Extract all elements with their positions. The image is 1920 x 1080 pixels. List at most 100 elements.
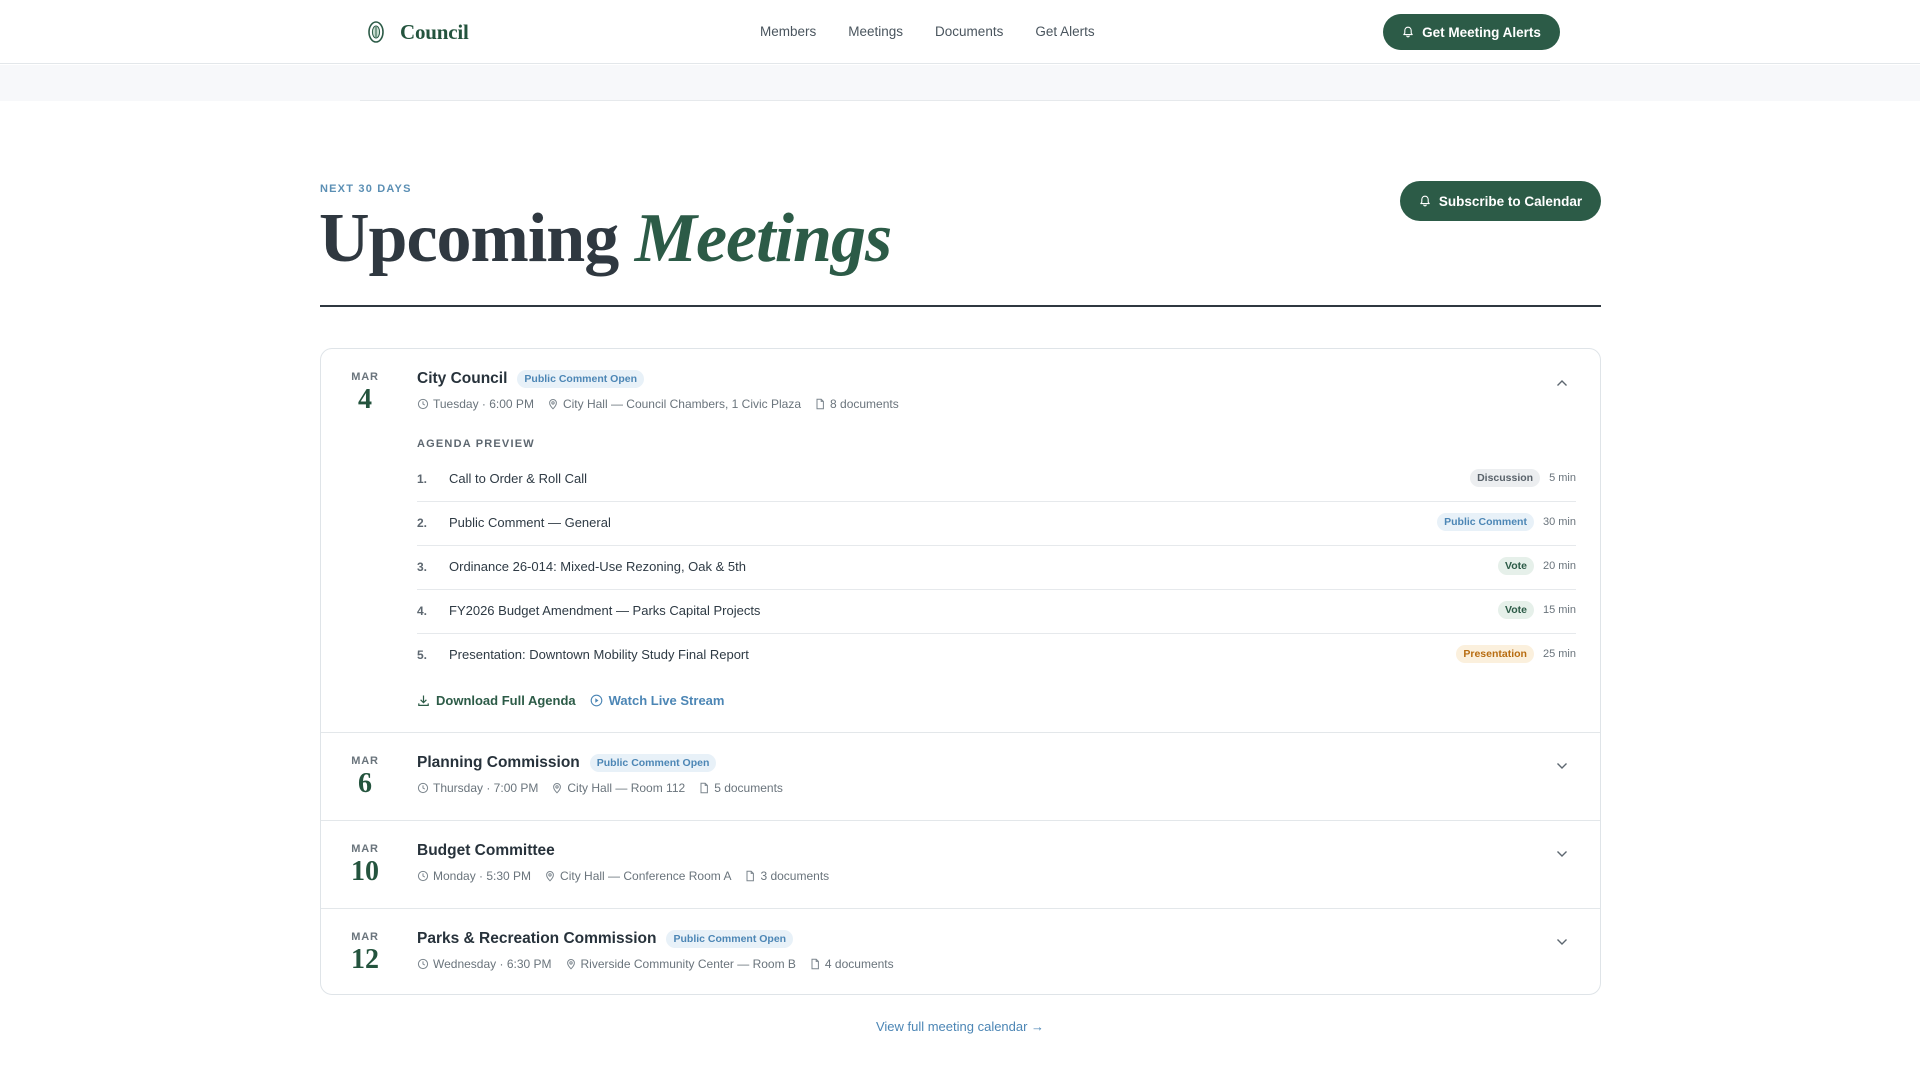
date-day: 6	[358, 768, 372, 799]
agenda-item[interactable]: 1. Call to Order & Roll Call Discussion 5…	[417, 458, 1576, 502]
meeting-time: Thursday · 7:00 PM	[433, 781, 539, 795]
agenda-number: 5.	[417, 648, 428, 662]
chevron-down-icon[interactable]	[1554, 758, 1570, 774]
meetings-card: MAR 4 City Council Public Comment Open T…	[320, 348, 1601, 995]
agenda-item[interactable]: 5. Presentation: Downtown Mobility Study…	[417, 634, 1576, 678]
agenda-tag: Vote	[1497, 601, 1534, 619]
date-month: MAR	[351, 755, 379, 767]
clock-icon	[417, 870, 429, 882]
divider	[360, 100, 1560, 101]
page-title: Upcoming Meetings	[319, 199, 892, 279]
agenda-duration: 5 min	[1549, 472, 1576, 484]
chevron-up-icon[interactable]	[1554, 375, 1570, 391]
get-meeting-alerts-label: Get Meeting Alerts	[1422, 24, 1541, 40]
meeting-title-row: City Council Public Comment Open	[417, 370, 645, 388]
clock-icon	[417, 958, 429, 970]
meeting-date: MAR 6	[341, 755, 389, 799]
agenda-duration: 15 min	[1542, 604, 1576, 616]
meeting-location: City Hall — Room 112	[567, 781, 686, 795]
pin-icon	[549, 399, 557, 410]
main-nav: Members Meetings Documents Get Alerts	[760, 24, 1095, 39]
meeting-date: MAR 10	[341, 843, 389, 887]
subscribe-calendar-button[interactable]: Subscribe to Calendar	[1400, 181, 1601, 221]
bell-icon	[1403, 26, 1413, 38]
meeting-date: MAR 12	[341, 931, 389, 975]
meeting-title-row: Parks & Recreation Commission Public Com…	[417, 930, 794, 948]
meeting-planning-commission[interactable]: MAR 6 Planning Commission Public Comment…	[321, 732, 1600, 820]
meeting-title: Planning Commission	[417, 754, 580, 771]
meeting-city-council[interactable]: MAR 4 City Council Public Comment Open T…	[321, 349, 1600, 732]
public-comment-badge: Public Comment Open	[589, 754, 717, 772]
meeting-docs: 3 documents	[760, 869, 830, 883]
agenda-item[interactable]: 2. Public Comment — General Public Comme…	[417, 502, 1576, 546]
date-day: 10	[351, 856, 379, 887]
clock-icon	[417, 398, 429, 410]
download-agenda-link[interactable]: Download Full Agenda	[417, 693, 576, 708]
meeting-docs: 8 documents	[830, 397, 899, 411]
agenda-text: FY2026 Budget Amendment — Parks Capital …	[449, 603, 761, 618]
date-day: 12	[351, 944, 379, 975]
agenda-item[interactable]: 3. Ordinance 26-014: Mixed-Use Rezoning,…	[417, 546, 1576, 590]
meeting-meta: Tuesday · 6:00 PM City Hall — Council Ch…	[417, 397, 912, 411]
meeting-parks-recreation[interactable]: MAR 12 Parks & Recreation Commission Pub…	[321, 908, 1600, 994]
agenda-tag: Discussion	[1470, 469, 1541, 487]
pin-icon	[546, 871, 554, 882]
meeting-docs: 5 documents	[714, 781, 783, 795]
agenda-duration: 25 min	[1542, 648, 1576, 660]
agenda-text: Call to Order & Roll Call	[449, 471, 587, 486]
clock-icon	[417, 782, 429, 794]
nav-meetings[interactable]: Meetings	[848, 24, 903, 39]
agenda-duration: 20 min	[1542, 560, 1576, 572]
public-comment-badge: Public Comment Open	[517, 370, 645, 388]
public-comment-badge: Public Comment Open	[666, 930, 794, 948]
meeting-docs: 4 documents	[824, 957, 894, 971]
meeting-time: Monday · 5:30 PM	[433, 869, 532, 883]
header-band	[0, 65, 1920, 101]
date-month: MAR	[351, 843, 379, 855]
agenda-actions: Download Full Agenda Watch Live Stream	[417, 693, 724, 708]
nav-get-alerts[interactable]: Get Alerts	[1035, 24, 1094, 39]
nav-documents[interactable]: Documents	[935, 24, 1003, 39]
title-plain: Upcoming	[319, 200, 619, 277]
meeting-title: City Council	[417, 370, 508, 387]
agenda-number: 2.	[417, 516, 428, 530]
meeting-title-row: Budget Committee	[417, 842, 555, 860]
nav-members[interactable]: Members	[760, 24, 816, 39]
date-month: MAR	[351, 931, 379, 943]
download-icon	[418, 695, 429, 706]
pin-icon	[553, 783, 562, 794]
meeting-budget-committee[interactable]: MAR 10 Budget Committee Monday · 5:30 PM…	[321, 820, 1600, 908]
meeting-location: City Hall — Council Chambers, 1 Civic Pl…	[562, 397, 802, 411]
watch-live-stream-link[interactable]: Watch Live Stream	[590, 693, 725, 708]
agenda-number: 4.	[417, 604, 428, 618]
chevron-down-icon[interactable]	[1554, 934, 1570, 950]
agenda-text: Presentation: Downtown Mobility Study Fi…	[449, 647, 749, 662]
title-italic: Meetings	[634, 200, 892, 277]
agenda-text: Ordinance 26-014: Mixed-Use Rezoning, Oa…	[449, 559, 746, 574]
document-icon	[811, 958, 819, 970]
bell-icon	[1420, 195, 1430, 207]
watch-live-stream-label: Watch Live Stream	[608, 693, 725, 708]
agenda-number: 1.	[417, 472, 428, 486]
agenda-item[interactable]: 4. FY2026 Budget Amendment — Parks Capit…	[417, 590, 1576, 634]
agenda-duration: 30 min	[1542, 516, 1576, 528]
get-meeting-alerts-button[interactable]: Get Meeting Alerts	[1383, 14, 1560, 50]
chevron-down-icon[interactable]	[1554, 846, 1570, 862]
agenda-preview-label: AGENDA PREVIEW	[417, 438, 535, 450]
meeting-time: Wednesday · 6:30 PM	[433, 957, 552, 971]
document-icon	[816, 398, 824, 410]
meeting-title: Parks & Recreation Commission	[417, 930, 657, 947]
date-month: MAR	[351, 371, 379, 383]
meeting-date: MAR 4	[341, 371, 389, 415]
agenda-tag: Public Comment	[1437, 513, 1534, 531]
meeting-meta: Thursday · 7:00 PM City Hall — Room 112 …	[417, 781, 796, 795]
document-icon	[700, 782, 709, 794]
meeting-location: Riverside Community Center — Room B	[580, 957, 796, 971]
brand[interactable]: Council	[366, 18, 469, 46]
section-eyebrow: NEXT 30 DAYS	[320, 183, 412, 195]
meeting-meta: Monday · 5:30 PM City Hall — Conference …	[417, 869, 842, 883]
meeting-meta: Wednesday · 6:30 PM Riverside Community …	[417, 957, 907, 971]
meeting-title: Budget Committee	[417, 842, 555, 859]
agenda-tag: Presentation	[1456, 645, 1534, 663]
view-full-calendar-link[interactable]: View full meeting calendar →	[0, 1019, 1920, 1034]
